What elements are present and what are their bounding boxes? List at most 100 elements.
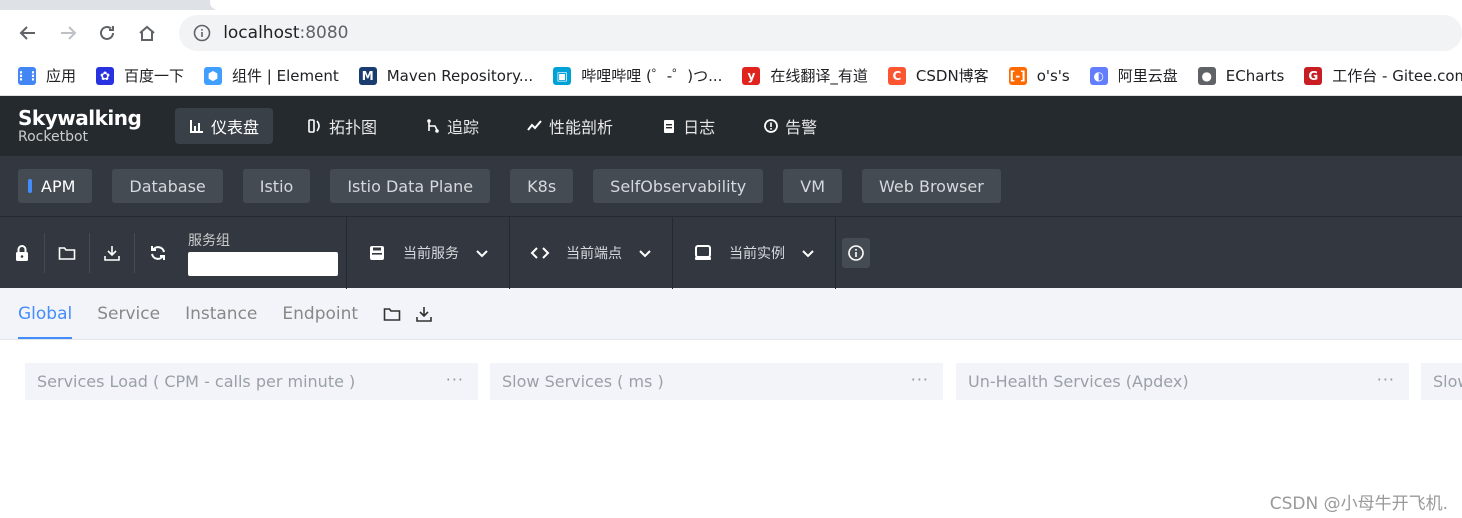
- nav-item-label: 仪表盘: [211, 118, 260, 137]
- app-logo[interactable]: Skywalking Rocketbot: [0, 107, 175, 145]
- dashboard-tab[interactable]: Global: [18, 288, 73, 339]
- chevron-down-icon: [802, 249, 814, 257]
- group-tab[interactable]: SelfObservability: [593, 169, 764, 203]
- open-folder-button[interactable]: [45, 232, 90, 273]
- group-tab[interactable]: Web Browser: [862, 169, 1001, 203]
- bookmark-item[interactable]: y 在线翻译_有道: [742, 65, 868, 86]
- group-tab-label: APM: [41, 176, 76, 196]
- dashboard-tab[interactable]: Service: [97, 288, 160, 339]
- logo-subtitle: Rocketbot: [18, 129, 89, 145]
- browser-toolbar: localhost:8080: [0, 10, 1462, 56]
- element-hex-icon: ⬢: [204, 66, 223, 85]
- bookmark-label: 在线翻译_有道: [770, 67, 868, 85]
- main-nav: 仪表盘 拓扑图 追踪 性能剖析 日志 告警: [175, 108, 851, 144]
- bookmark-item[interactable]: G 工作台 - Gitee.com: [1304, 65, 1462, 86]
- globe-icon: ●: [1197, 66, 1216, 85]
- more-options-icon[interactable]: ···: [911, 370, 929, 389]
- active-tab[interactable]: [210, 0, 1462, 10]
- nav-item-label: 告警: [785, 118, 818, 137]
- dashboard-tab[interactable]: Endpoint: [282, 288, 358, 339]
- bookmark-item[interactable]: ✿ 百度一下: [96, 65, 184, 86]
- nav-item-label: 日志: [683, 118, 716, 137]
- group-tab[interactable]: K8s: [510, 169, 574, 203]
- forward-button[interactable]: [50, 15, 86, 51]
- download-icon[interactable]: [415, 305, 433, 323]
- logo-title: Skywalking: [18, 106, 142, 130]
- info-button[interactable]: [842, 237, 870, 268]
- download-button[interactable]: [90, 232, 135, 273]
- nav-item-4[interactable]: 性能剖析: [513, 108, 627, 144]
- bookmark-item[interactable]: ▣ 哔哩哔哩 (゜-゜)つ...: [553, 65, 722, 86]
- bookmark-item[interactable]: ◐ 阿里云盘: [1089, 65, 1178, 86]
- chart-icon: [190, 120, 203, 133]
- current-instance-label: 当前实例: [729, 245, 785, 262]
- code-icon: [530, 246, 550, 259]
- bookmark-label: CSDN博客: [915, 67, 989, 85]
- bookmark-item[interactable]: ● ECharts: [1197, 66, 1285, 85]
- group-tab[interactable]: VM: [783, 169, 842, 203]
- group-tab[interactable]: APM: [18, 169, 93, 203]
- home-icon: [139, 25, 155, 41]
- lock-button[interactable]: [0, 232, 45, 273]
- url-host: localhost: [223, 23, 300, 43]
- current-instance-select[interactable]: 当前实例: [673, 216, 836, 289]
- dashboard-panels: CSDN @小母牛开飞机. Services Load ( CPM - call…: [0, 340, 1462, 518]
- refresh-button[interactable]: [135, 233, 180, 273]
- tab-actions: [383, 288, 433, 339]
- layer-groups: APM Database Istio Istio Data Plane K8s SelfO…: [0, 156, 1462, 216]
- folder-icon[interactable]: [383, 305, 401, 323]
- service-group-selector: 服务组: [180, 216, 347, 289]
- bookmark-item[interactable]: ⋮⋮ 应用: [15, 65, 77, 86]
- service-group-input[interactable]: [188, 251, 338, 276]
- bookmark-item[interactable]: ⬢ 组件 | Element: [204, 65, 339, 86]
- more-options-icon[interactable]: ···: [1377, 370, 1395, 389]
- lock-icon: [16, 244, 28, 261]
- folder-icon: [58, 246, 76, 260]
- csdn-icon: C: [887, 66, 906, 85]
- trace-icon: [427, 119, 439, 133]
- url-port: :8080: [299, 23, 349, 43]
- nav-item-1[interactable]: 仪表盘: [175, 108, 274, 144]
- group-tab[interactable]: Database: [112, 169, 223, 203]
- info-icon: [193, 24, 211, 42]
- group-tab-label: Istio Data Plane: [347, 176, 474, 196]
- group-tab-label: Database: [129, 176, 206, 196]
- group-tab[interactable]: Istio Data Plane: [330, 169, 491, 203]
- chart-panel: Slow: [1421, 363, 1462, 400]
- nav-item-6[interactable]: 告警: [749, 108, 831, 144]
- app-header: Skywalking Rocketbot 仪表盘 拓扑图 追踪 性能剖析 日志 告警: [0, 96, 1462, 156]
- bookmark-label: 组件 | Element: [232, 67, 339, 85]
- bookmark-label: 应用: [46, 67, 77, 85]
- group-tab[interactable]: Istio: [242, 169, 311, 203]
- download-icon: [104, 245, 120, 261]
- group-tab-label: K8s: [527, 176, 557, 196]
- address-bar[interactable]: localhost:8080: [179, 15, 1462, 51]
- info-icon: [848, 244, 864, 261]
- bookmark-item[interactable]: C CSDN博客: [887, 65, 989, 86]
- dashboard-toolbar: 服务组 当前服务 当前端点 当前实例: [0, 216, 1462, 289]
- mvn-icon: M: [358, 66, 377, 85]
- chevron-down-icon: [476, 249, 488, 257]
- nav-item-2[interactable]: 拓扑图: [293, 108, 391, 144]
- current-endpoint-select[interactable]: 当前端点: [510, 216, 673, 289]
- service-group-label: 服务组: [188, 232, 230, 249]
- bookmark-item[interactable]: M Maven Repository...: [358, 66, 533, 85]
- nav-item-3[interactable]: 追踪: [411, 108, 493, 144]
- more-options-icon[interactable]: ···: [446, 370, 464, 389]
- aliyun-oss-icon: [-]: [1008, 66, 1027, 85]
- home-button[interactable]: [129, 15, 165, 51]
- bookmark-label: ECharts: [1225, 66, 1285, 85]
- reload-button[interactable]: [90, 15, 126, 51]
- back-button[interactable]: [10, 15, 46, 51]
- panel-title: Un-Health Services (Apdex): [968, 372, 1189, 391]
- bookmark-label: 百度一下: [124, 67, 185, 85]
- current-service-label: 当前服务: [403, 245, 459, 262]
- refresh-icon: [150, 245, 165, 260]
- arrow-left-icon: [19, 26, 35, 40]
- bookmark-item[interactable]: [-] o's's: [1008, 66, 1070, 85]
- browser-tabstrip: [0, 0, 1462, 10]
- dashboard-tab[interactable]: Instance: [185, 288, 257, 339]
- nav-item-5[interactable]: 日志: [647, 108, 729, 144]
- aliyun-drive-icon: ◐: [1089, 66, 1108, 85]
- current-service-select[interactable]: 当前服务: [347, 216, 510, 289]
